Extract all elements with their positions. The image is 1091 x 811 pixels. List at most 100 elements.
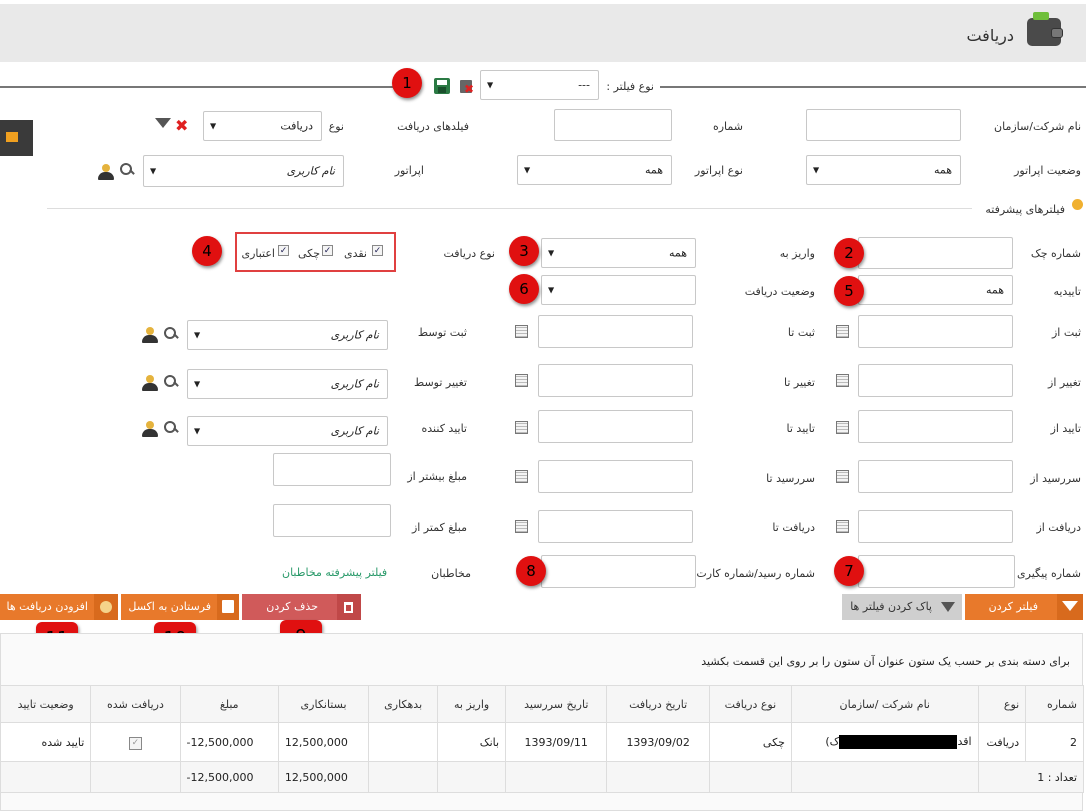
approver-label: تایید کننده xyxy=(421,422,467,435)
column-header[interactable]: دریافت شده xyxy=(90,685,181,723)
column-header[interactable]: بستانکاری xyxy=(277,685,370,723)
search-icon[interactable] xyxy=(163,326,179,342)
filter-button[interactable]: فیلتر کردن xyxy=(965,594,1083,620)
filter-icon xyxy=(1057,594,1083,620)
operator-type-select[interactable]: همه ▼ xyxy=(517,155,672,185)
cell-company: اقد ک) xyxy=(790,722,979,762)
calendar-icon[interactable] xyxy=(515,421,528,434)
user-icon[interactable] xyxy=(141,374,159,392)
registered-by-select[interactable]: نام کاربری ▼ xyxy=(187,320,388,350)
type-select[interactable]: دریافت ▼ xyxy=(203,111,322,141)
operator-status-select[interactable]: همه ▼ xyxy=(806,155,961,185)
cell-deposit-to: بانک xyxy=(437,722,507,762)
cash-checkbox[interactable]: ✓ xyxy=(372,245,383,256)
user-icon[interactable] xyxy=(141,420,159,438)
received-from-label: دریافت از xyxy=(1036,521,1081,534)
received-from-input[interactable] xyxy=(858,510,1013,543)
callout-badge-1: 1 xyxy=(392,68,422,98)
receipt-type-select[interactable]: همه ▼ xyxy=(541,238,696,268)
due-to-label: سررسید تا xyxy=(766,472,815,485)
calendar-icon[interactable] xyxy=(836,470,849,483)
table-row[interactable]: 2 دریافت اقد ک) چکی 1393/09/02 1393/09/11… xyxy=(0,722,1084,762)
receipt-number-input[interactable] xyxy=(541,555,696,588)
calendar-icon[interactable] xyxy=(836,520,849,533)
search-icon[interactable] xyxy=(163,420,179,436)
operator-select[interactable]: نام کاربری ▼ xyxy=(143,155,344,187)
amount-more-input[interactable] xyxy=(273,453,391,486)
search-icon[interactable] xyxy=(119,162,135,178)
received-to-input[interactable] xyxy=(538,510,693,543)
company-input[interactable] xyxy=(806,109,961,141)
column-header[interactable]: نام شرکت /سازمان xyxy=(790,685,979,723)
cell-amount: -12,500,000 xyxy=(179,722,279,762)
cell-due-date: 1393/09/11 xyxy=(505,722,608,762)
expand-icon[interactable] xyxy=(1072,199,1083,210)
approval-value: همه xyxy=(985,283,1004,297)
calendar-icon[interactable] xyxy=(836,374,849,387)
save-filter-icon[interactable] xyxy=(434,78,450,94)
filter-icon[interactable] xyxy=(155,118,171,128)
clear-filters-label: پاک کردن فیلتر ها xyxy=(850,600,932,613)
delete-filter-icon[interactable]: ✖ xyxy=(459,78,474,95)
approved-to-input[interactable] xyxy=(538,410,693,443)
column-header[interactable]: بدهکاری xyxy=(368,685,439,723)
search-icon[interactable] xyxy=(163,374,179,390)
side-flag-button[interactable] xyxy=(0,120,33,156)
column-header[interactable]: تاریخ سررسید xyxy=(505,685,608,723)
registered-from-input[interactable] xyxy=(858,315,1013,348)
due-to-input[interactable] xyxy=(538,460,693,493)
delete-button[interactable]: حذف کردن xyxy=(242,594,361,620)
callout-badge-3: 3 xyxy=(509,236,539,266)
calendar-icon[interactable] xyxy=(515,470,528,483)
column-header[interactable]: واریز به xyxy=(437,685,507,723)
contacts-advanced-link[interactable]: فیلتر پیشرفته مخاطبان xyxy=(282,566,387,579)
registered-to-input[interactable] xyxy=(538,315,693,348)
changed-from-input[interactable] xyxy=(858,364,1013,397)
tracking-number-input[interactable] xyxy=(858,555,1015,588)
user-icon[interactable] xyxy=(141,326,159,344)
type-label: نوع xyxy=(328,120,344,133)
column-header[interactable]: شماره xyxy=(1025,685,1084,723)
calendar-icon[interactable] xyxy=(836,421,849,434)
filter-type-divider-right xyxy=(660,86,1086,88)
credit-checkbox[interactable]: ✓ xyxy=(278,245,289,256)
column-header[interactable]: نوع xyxy=(977,685,1027,723)
column-header[interactable]: مبلغ xyxy=(179,685,279,723)
calendar-icon[interactable] xyxy=(515,325,528,338)
changed-by-select[interactable]: نام کاربری ▼ xyxy=(187,369,388,399)
amount-less-input[interactable] xyxy=(273,504,391,537)
calendar-icon[interactable] xyxy=(515,520,528,533)
export-excel-label: فرستادن به اکسل xyxy=(128,600,211,613)
due-from-input[interactable] xyxy=(858,460,1013,493)
cheque-checkbox[interactable]: ✓ xyxy=(322,245,333,256)
operator-status-label: وضعیت اپراتور xyxy=(1014,164,1081,177)
clear-type-icon[interactable]: ✖ xyxy=(175,116,188,135)
chevron-down-icon: ▼ xyxy=(487,80,494,90)
number-input[interactable] xyxy=(554,109,672,141)
cheque-number-input[interactable] xyxy=(858,237,1013,269)
approval-select[interactable]: همه xyxy=(858,275,1013,305)
receipt-status-select[interactable]: ▼ xyxy=(541,275,696,305)
approver-select[interactable]: نام کاربری ▼ xyxy=(187,416,388,446)
add-receipts-button[interactable]: افزودن دریافت ها xyxy=(0,594,118,620)
approved-from-input[interactable] xyxy=(858,410,1013,443)
trash-icon xyxy=(337,594,361,620)
filter-type-select[interactable]: --- ▼ xyxy=(480,70,599,100)
cell-received: ✓ xyxy=(90,722,181,762)
clear-filter-icon xyxy=(941,602,955,612)
receipt-type-value: همه xyxy=(668,246,687,260)
registered-by-label: ثبت توسط xyxy=(417,326,467,339)
column-header[interactable]: وضعیت تایید xyxy=(0,685,92,723)
chevron-down-icon: ▼ xyxy=(194,379,201,389)
column-header[interactable]: تاریخ دریافت xyxy=(606,685,710,723)
amount-less-label: مبلغ کمتر از xyxy=(411,521,467,534)
user-icon[interactable] xyxy=(97,163,115,181)
changed-to-input[interactable] xyxy=(538,364,693,397)
column-header[interactable]: نوع دریافت xyxy=(708,685,792,723)
calendar-icon[interactable] xyxy=(515,374,528,387)
export-excel-button[interactable]: فرستادن به اکسل xyxy=(121,594,239,620)
calendar-icon[interactable] xyxy=(836,325,849,338)
clear-filters-button[interactable]: پاک کردن فیلتر ها xyxy=(842,594,962,620)
company-prefix: اقد xyxy=(957,735,972,748)
cell-receipt-type: چکی xyxy=(708,722,792,762)
